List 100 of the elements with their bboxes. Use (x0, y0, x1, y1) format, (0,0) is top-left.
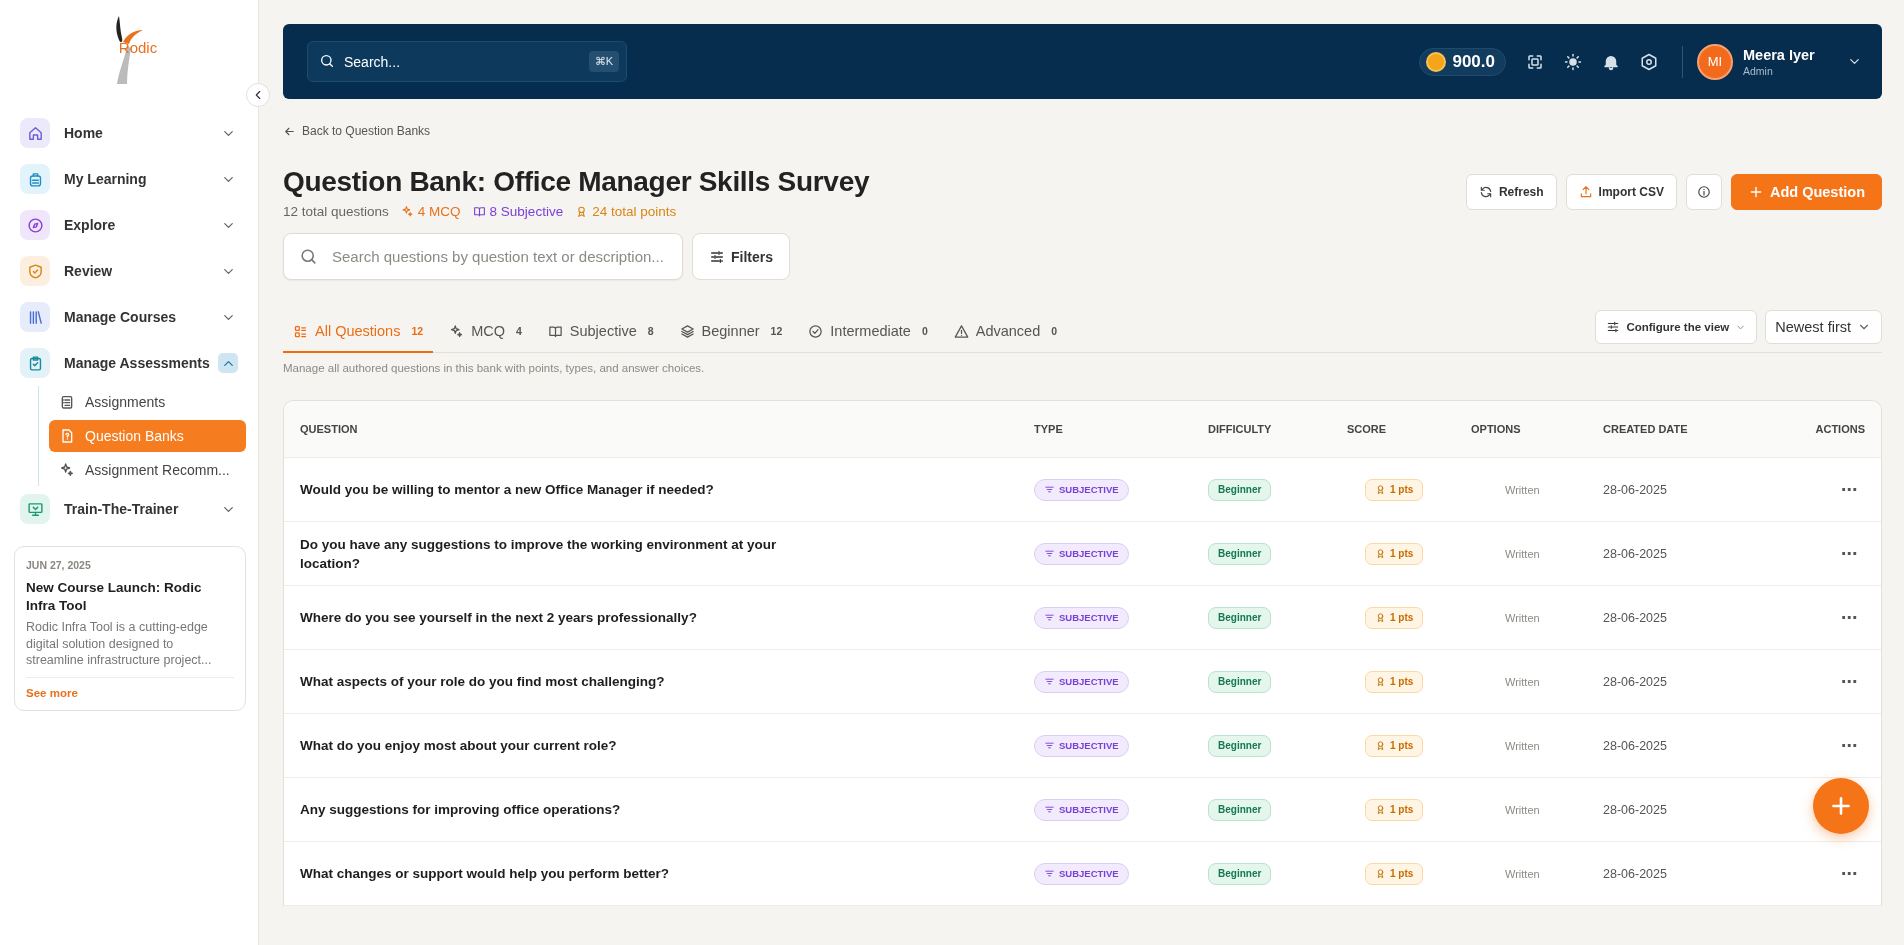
difficulty-tag: Beginner (1208, 478, 1272, 501)
shortcut-key: ⌘K (588, 51, 619, 72)
filter-tab[interactable]: Intermediate 0 (798, 323, 938, 353)
sliders-icon (709, 248, 725, 265)
tab-count: 8 (647, 325, 654, 337)
document-icon (59, 428, 75, 444)
award-icon (1375, 804, 1386, 815)
news-date: JUN 27, 2025 (26, 559, 92, 571)
warning-icon (953, 323, 969, 339)
score-tag: 1 pts (1365, 606, 1424, 629)
column-header: SCORE (1347, 423, 1387, 435)
nav-item[interactable]: Home (14, 110, 246, 156)
nav-subitem[interactable]: Assignment Recomm... (49, 454, 246, 486)
row-menu-button[interactable]: ⋯ (1841, 608, 1857, 627)
info-button[interactable] (1685, 174, 1722, 210)
row-menu-button[interactable]: ⋯ (1841, 864, 1857, 883)
date-text: 28-06-2025 (1603, 546, 1667, 561)
tab-count: 0 (921, 325, 928, 337)
nav-item[interactable]: Manage Courses (14, 294, 246, 340)
sliders-icon (1606, 320, 1621, 334)
refresh-button[interactable]: Refresh (1465, 174, 1557, 210)
row-menu-button[interactable]: ⋯ (1841, 544, 1857, 563)
info-icon (1696, 185, 1711, 199)
nav-item[interactable]: Review (14, 248, 246, 294)
logo-text: Rodic (118, 39, 158, 56)
configure-view-button[interactable]: Configure the view (1595, 310, 1758, 344)
book-icon (547, 323, 563, 339)
sparkle-icon (400, 205, 414, 218)
tab-count: 4 (515, 325, 522, 337)
score-tag: 1 pts (1365, 798, 1424, 821)
score-tag: 1 pts (1365, 862, 1424, 885)
question-text: What aspects of your role do you find most challenging? (300, 673, 665, 691)
row-menu-button[interactable]: ⋯ (1841, 672, 1857, 691)
type-tag: SUBJECTIVE (1034, 734, 1129, 757)
tab-count: 0 (1051, 325, 1058, 337)
type-tag: SUBJECTIVE (1034, 670, 1129, 693)
stat-text: 8 Subjective (489, 204, 564, 219)
refresh-icon (1478, 185, 1493, 199)
score-tag: 1 pts (1365, 734, 1424, 757)
filter-tab[interactable]: Subjective 8 (537, 323, 664, 353)
filter-tab[interactable]: Beginner 12 (669, 323, 793, 353)
award-icon (1375, 868, 1386, 879)
question-text: Where do you see yourself in the next 2 years professionally? (300, 609, 697, 627)
question-search-field[interactable]: Search questions by question text or description... (283, 233, 683, 280)
sparkle-icon (449, 323, 465, 339)
row-menu-button[interactable]: ⋯ (1841, 736, 1857, 755)
sort-dropdown[interactable]: Newest first (1765, 310, 1882, 344)
import-button[interactable]: Import CSV (1565, 174, 1677, 210)
column-header: OPTIONS (1471, 423, 1521, 435)
nav-item[interactable]: Train-The-Trainer (14, 486, 246, 532)
shield-icon (26, 262, 44, 280)
filter-icon (1044, 548, 1055, 559)
date-text: 28-06-2025 (1603, 482, 1667, 497)
column-header: CREATED DATE (1603, 423, 1688, 435)
back-link[interactable]: Back to Question Banks (283, 124, 431, 138)
stat-text: 24 total points (592, 204, 677, 219)
filter-icon (1044, 740, 1055, 751)
filter-tab[interactable]: Advanced 0 (943, 323, 1068, 353)
options-text: Written (1505, 547, 1540, 560)
upload-icon (1578, 185, 1593, 199)
presentation-icon (26, 500, 44, 518)
score-tag: 1 pts (1365, 670, 1424, 693)
type-tag: SUBJECTIVE (1034, 862, 1129, 885)
scan-icon (1526, 52, 1544, 71)
coin-icon (1426, 51, 1447, 72)
search-icon (299, 247, 318, 266)
search-icon (319, 53, 335, 69)
tab-count: 12 (411, 325, 424, 337)
date-text: 28-06-2025 (1603, 866, 1667, 881)
difficulty-tag: Beginner (1208, 734, 1272, 757)
filter-tab[interactable]: MCQ 4 (439, 323, 532, 353)
collapse-button[interactable] (246, 83, 270, 107)
sun-icon (1564, 52, 1582, 71)
question-text: What do you enjoy most about your current role? (300, 737, 617, 755)
tab-count: 12 (770, 325, 783, 337)
award-icon (1375, 612, 1386, 623)
date-text: 28-06-2025 (1603, 610, 1667, 625)
nav-subitem[interactable]: Assignments (49, 386, 246, 418)
nav-item[interactable]: Explore (14, 202, 246, 248)
difficulty-tag: Beginner (1208, 862, 1272, 885)
nav-item[interactable]: My Learning (14, 156, 246, 202)
nav-item[interactable]: Manage Assessments (14, 340, 246, 386)
score-tag: 1 pts (1365, 542, 1424, 565)
difficulty-tag: Beginner (1208, 670, 1272, 693)
collapse-toggle[interactable] (218, 353, 238, 373)
date-text: 28-06-2025 (1603, 674, 1667, 689)
type-tag: SUBJECTIVE (1034, 606, 1129, 629)
filter-icon (1044, 804, 1055, 815)
check-circle-icon (808, 323, 824, 339)
user-name: Meera Iyer (1743, 46, 1816, 63)
row-menu-button[interactable]: ⋯ (1841, 480, 1857, 499)
question-text: Do you have any suggestions to improve the working environment at your location? (300, 535, 778, 573)
options-text: Written (1505, 611, 1540, 624)
filters-button[interactable]: Filters (692, 233, 790, 280)
type-tag: SUBJECTIVE (1034, 478, 1129, 501)
checklist-icon (59, 394, 75, 410)
stat-text: 12 total questions (283, 204, 389, 219)
award-icon (1375, 740, 1386, 751)
score-tag: 1 pts (1365, 478, 1424, 501)
column-header: ACTIONS (1815, 423, 1865, 435)
